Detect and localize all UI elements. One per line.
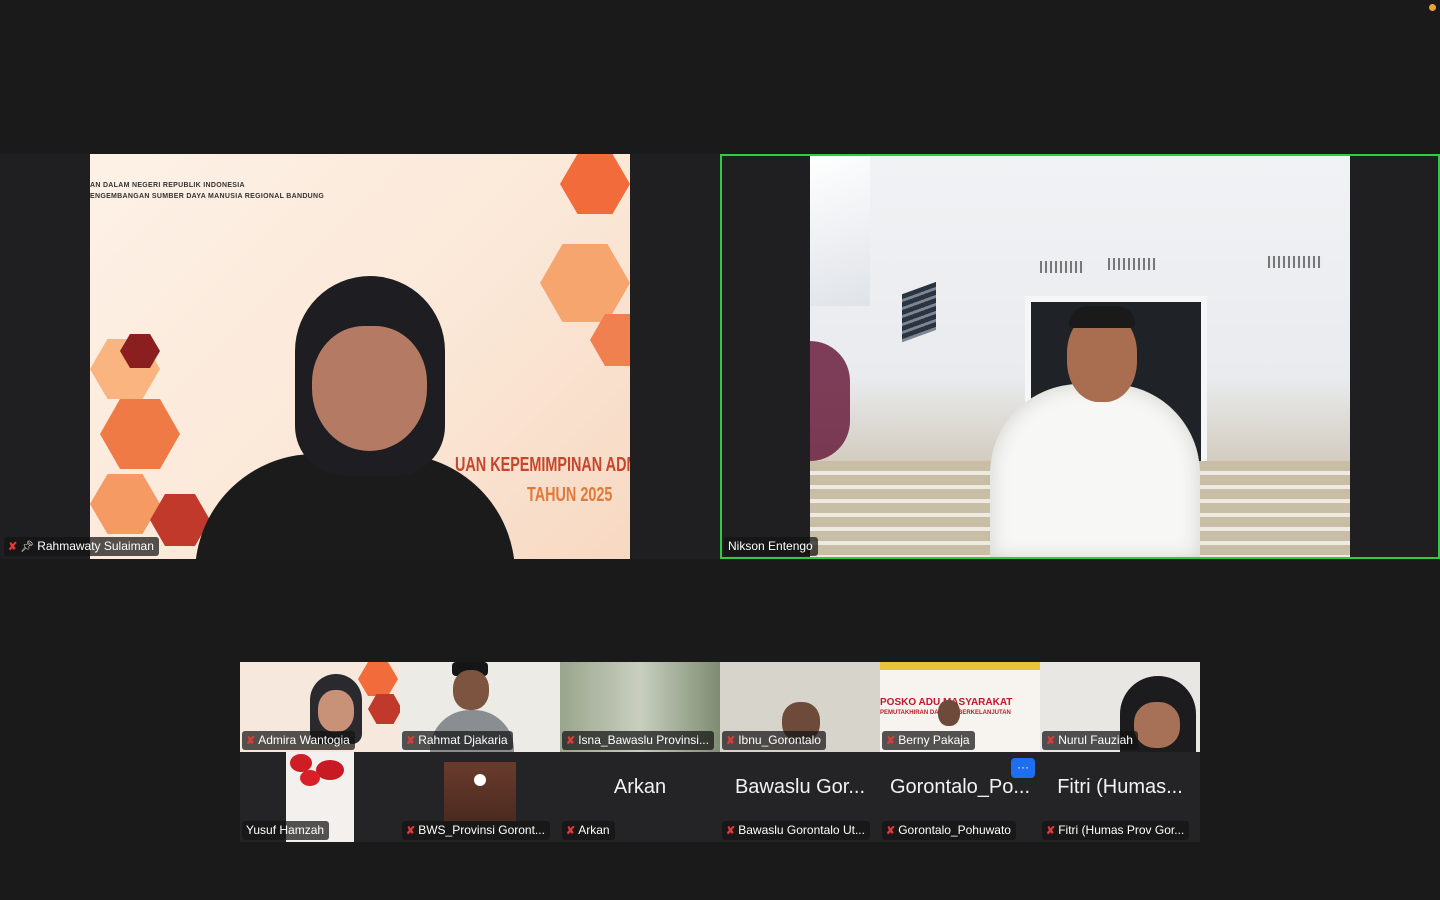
hexagon-decoration xyxy=(90,474,160,534)
participant-name-tag: ✘ BWS_Provinsi Goront... xyxy=(402,821,550,840)
participant-display-name: Arkan xyxy=(613,776,667,798)
participant-display-name: Fitri (Humas... xyxy=(1057,776,1183,798)
participant-name-tag: ✘ Rahmat Djakaria xyxy=(402,731,513,750)
gallery-tile[interactable]: ✘ BWS_Provinsi Goront... xyxy=(400,752,560,842)
mic-muted-icon: ✘ xyxy=(1046,824,1056,837)
hexagon-decoration xyxy=(540,244,630,322)
plant xyxy=(810,341,850,461)
video-tile-main-left[interactable]: AN DALAM NEGERI REPUBLIK INDONESIA ENGEM… xyxy=(0,154,720,559)
participant-hair xyxy=(1069,306,1135,328)
participant-name-tag: ✘ Isna_Bawaslu Provinsi... xyxy=(562,731,714,750)
hexagon-decoration xyxy=(560,154,630,214)
participant-name: Admira Wantogia xyxy=(258,733,350,747)
mic-muted-icon: ✘ xyxy=(8,540,18,553)
hexagon-decoration xyxy=(100,399,180,469)
slide-header: AN DALAM NEGERI REPUBLIK INDONESIA ENGEM… xyxy=(90,182,325,200)
gallery-tile[interactable]: Yusuf Hamzah xyxy=(240,752,400,842)
participant-video-feed xyxy=(810,156,1350,557)
shared-video-feed: AN DALAM NEGERI REPUBLIK INDONESIA ENGEM… xyxy=(90,154,630,559)
wall-light xyxy=(810,156,870,306)
participant-name: Gorontalo_Pohuwato xyxy=(898,823,1011,837)
participant-name: Nurul Fauziah xyxy=(1058,733,1133,747)
participant-figure xyxy=(990,384,1200,557)
participant-name: Yusuf Hamzah xyxy=(246,823,325,837)
mic-muted-icon: ✘ xyxy=(1046,734,1056,747)
participant-name: Rahmat Djakaria xyxy=(418,733,508,747)
mic-muted-icon: ✘ xyxy=(566,734,576,747)
vent xyxy=(1268,256,1323,268)
participant-name-tag: Yusuf Hamzah xyxy=(242,821,330,840)
gallery-tile[interactable]: ✘ Isna_Bawaslu Provinsi... xyxy=(560,662,720,752)
mic-muted-icon: ✘ xyxy=(726,734,736,747)
more-options-button[interactable]: ··· xyxy=(1011,758,1035,778)
gallery-tile[interactable]: Arkan ✘ Arkan xyxy=(560,752,720,842)
vent xyxy=(1040,261,1085,273)
gallery-tile[interactable]: Fitri (Humas... ✘ Fitri (Humas Prov Gor.… xyxy=(1040,752,1200,842)
participant-name-tag: Nikson Entengo xyxy=(724,537,818,556)
mic-muted-icon: ✘ xyxy=(406,734,416,747)
participant-name: Arkan xyxy=(578,823,610,837)
participant-name: Nikson Entengo xyxy=(728,539,813,553)
participant-name: Isna_Bawaslu Provinsi... xyxy=(578,733,709,747)
mic-muted-icon: ✘ xyxy=(886,734,896,747)
participant-name-tag: ✘ Fitri (Humas Prov Gor... xyxy=(1042,821,1190,840)
participant-name-tag: ✘ Admira Wantogia xyxy=(242,731,355,750)
participant-name-tag: ✘ Berny Pakaja xyxy=(882,731,975,750)
gallery-tile[interactable]: POSKO ADU MASYARAKAT PEMUTAKHIRAN DA MIL… xyxy=(880,662,1040,752)
participant-name: Rahmawaty Sulaiman xyxy=(37,539,154,553)
mic-muted-icon: ✘ xyxy=(566,824,576,837)
pin-icon: 📌︎ xyxy=(20,540,35,553)
participant-name: Berny Pakaja xyxy=(898,733,970,747)
mic-muted-icon: ✘ xyxy=(886,824,896,837)
participant-name: Fitri (Humas Prov Gor... xyxy=(1058,823,1185,837)
wall-lamp xyxy=(902,281,936,343)
participant-name-tag: ✘ Nurul Fauziah xyxy=(1042,731,1138,750)
mic-muted-icon: ✘ xyxy=(246,734,256,747)
status-dot xyxy=(1429,4,1436,11)
vent xyxy=(1108,258,1156,270)
participant-face xyxy=(312,326,427,451)
gallery-grid: ✘ Admira Wantogia ✘ Rahmat Djakaria ✘ Is… xyxy=(240,662,1200,842)
participant-display-name: Gorontalo_Po... xyxy=(889,776,1031,798)
participant-name-tag: ✘ Gorontalo_Pohuwato xyxy=(882,821,1016,840)
gallery-tile[interactable]: ✘ Ibnu_Gorontalo xyxy=(720,662,880,752)
gallery-tile[interactable]: Bawaslu Gor... ✘ Bawaslu Gorontalo Ut... xyxy=(720,752,880,842)
participant-display-name: Bawaslu Gor... xyxy=(734,776,866,798)
gallery-tile[interactable]: ✘ Nurul Fauziah xyxy=(1040,662,1200,752)
gallery-tile[interactable]: ✘ Admira Wantogia xyxy=(240,662,400,752)
participant-name: BWS_Provinsi Goront... xyxy=(418,823,545,837)
mic-muted-icon: ✘ xyxy=(726,824,736,837)
mic-muted-icon: ✘ xyxy=(406,824,416,837)
participant-name-tag: ✘ Arkan xyxy=(562,821,615,840)
participant-name: Ibnu_Gorontalo xyxy=(738,733,821,747)
participant-name: Bawaslu Gorontalo Ut... xyxy=(738,823,865,837)
participant-name-tag: ✘ Ibnu_Gorontalo xyxy=(722,731,826,750)
video-tile-main-right[interactable]: Nikson Entengo xyxy=(720,154,1440,559)
participant-name-tag: ✘ 📌︎ Rahmawaty Sulaiman xyxy=(4,537,159,556)
participant-name-tag: ✘ Bawaslu Gorontalo Ut... xyxy=(722,821,870,840)
gallery-tile[interactable]: ✘ Rahmat Djakaria xyxy=(400,662,560,752)
participant-video-feed xyxy=(444,762,516,822)
